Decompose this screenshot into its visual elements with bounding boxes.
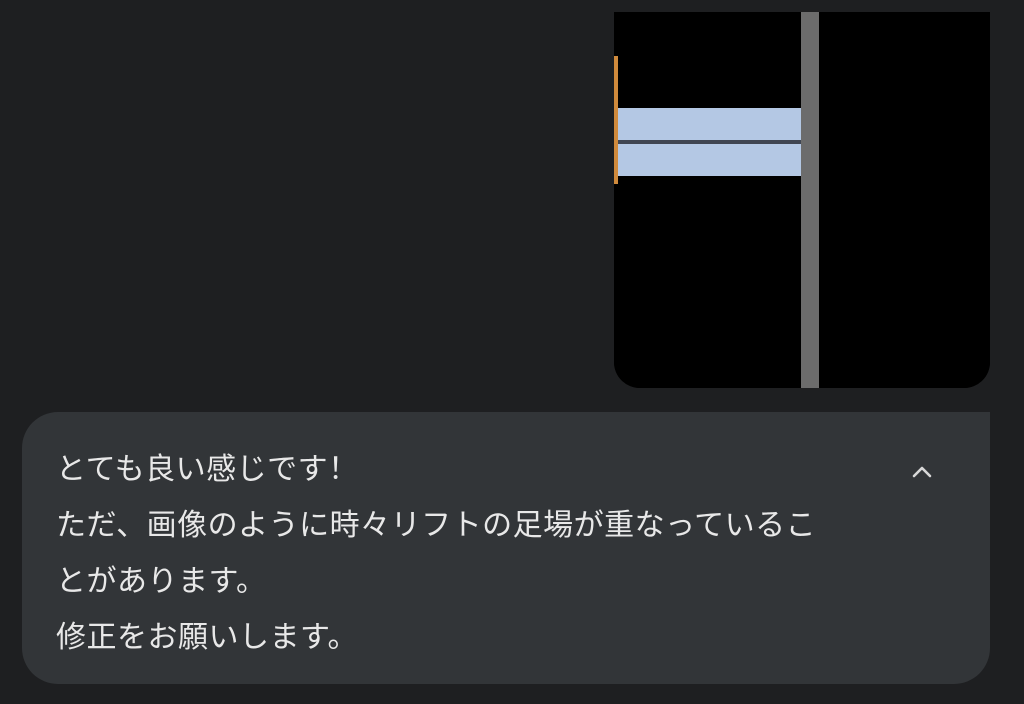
message-line: とても良い感じです！ (56, 452, 359, 487)
collapse-message-button[interactable] (904, 454, 940, 490)
attached-screenshot-image[interactable] (614, 12, 990, 388)
message-line: とがあります。 (56, 564, 267, 599)
message-line: 修正をお願いします。 (56, 620, 358, 655)
left-edge-accent (614, 56, 618, 184)
game-scene (614, 12, 990, 388)
chat-view: とても良い感じです！ ただ、画像のように時々リフトの足場が重なっているこ とがあ… (0, 0, 1024, 704)
message-line: ただ、画像のように時々リフトの足場が重なっているこ (56, 508, 817, 543)
user-message-bubble: とても良い感じです！ ただ、画像のように時々リフトの足場が重なっているこ とがあ… (22, 412, 990, 684)
platform-overlap-seam (618, 140, 810, 144)
chevron-up-icon (912, 466, 932, 478)
lift-platform-lower (618, 144, 810, 176)
lift-platform-upper (618, 108, 810, 142)
vertical-rail (801, 12, 819, 388)
